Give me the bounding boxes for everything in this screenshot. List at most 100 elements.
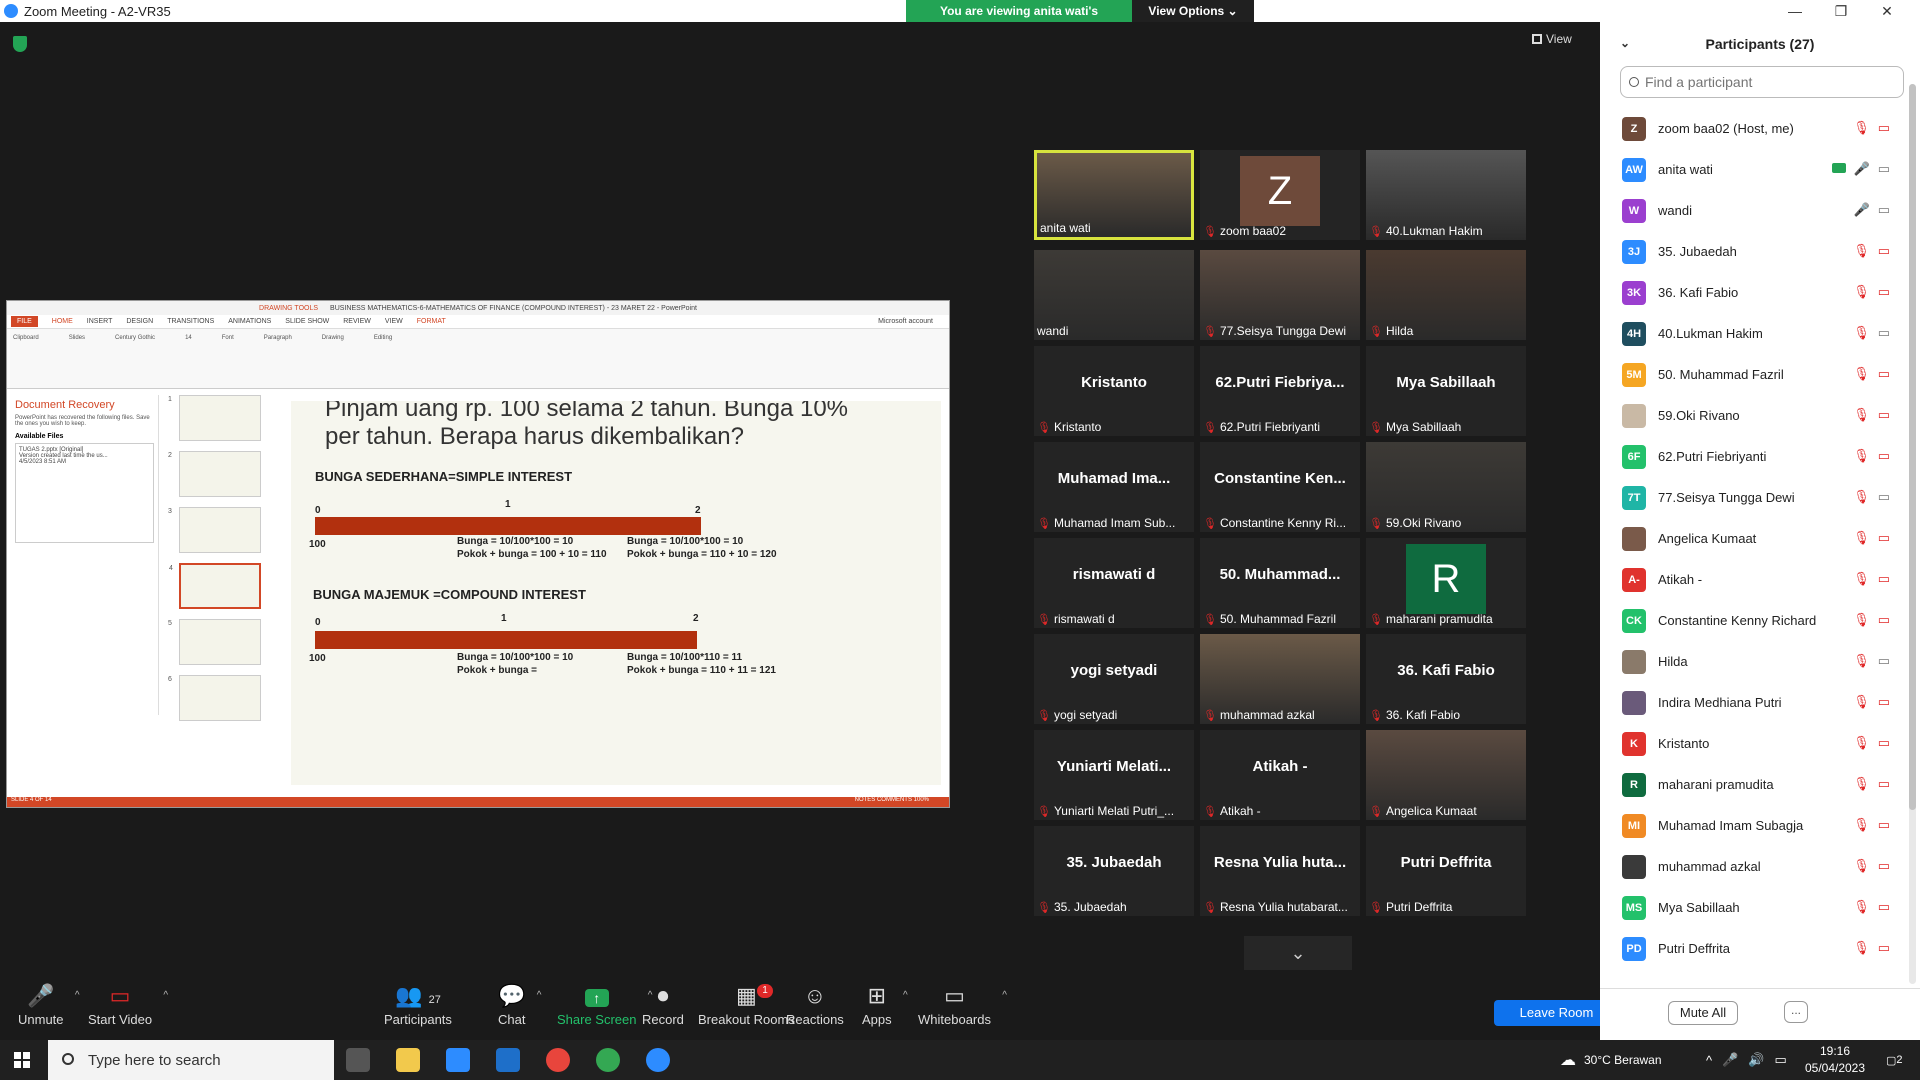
file-explorer-icon[interactable] (396, 1048, 420, 1072)
participant-row[interactable]: 3K 36. Kafi Fabio 🎙 ▭ (1600, 272, 1908, 313)
participants-button[interactable]: 👥 27 Participants (384, 982, 452, 1027)
tile-name: 35. Jubaedah (1053, 900, 1127, 914)
view-button[interactable]: View (1532, 32, 1572, 46)
mic-muted-icon: 🎙 (1853, 243, 1870, 258)
tray-volume-icon[interactable]: 🔊 (1748, 1052, 1764, 1068)
security-shield-icon[interactable] (13, 36, 27, 52)
audio-options-caret-icon[interactable]: ^ (75, 990, 80, 1001)
participant-row[interactable]: 3J 35. Jubaedah 🎙 ▭ (1600, 231, 1908, 272)
participant-row[interactable]: Rmaharani pramudita 🎙 ▭ (1600, 764, 1908, 805)
participant-row[interactable]: CK Constantine Kenny Richard 🎙 ▭ (1600, 600, 1908, 641)
unmute-button[interactable]: 🎤 Unmute ^ (18, 982, 80, 1027)
video-tile[interactable]: 36. Kafi Fabio 🎙 36. Kafi Fabio (1366, 634, 1526, 724)
minimize-button[interactable]: — (1772, 0, 1818, 22)
document-recovery-pane: Document Recovery PowerPoint has recover… (11, 395, 159, 715)
video-tile[interactable]: 🎙 59.Oki Rivano (1366, 442, 1526, 532)
video-tile[interactable]: anita wati (1034, 150, 1194, 240)
tile-display-name: yogi setyadi (1070, 662, 1158, 679)
taskbar-search[interactable]: Type here to search (48, 1040, 334, 1080)
zoom-taskbar-icon[interactable] (646, 1048, 670, 1072)
avatar: W (1622, 198, 1646, 223)
video-tile[interactable]: R 🎙 maharani pramudita (1366, 538, 1526, 628)
apps-caret-icon[interactable]: ^ (903, 990, 908, 1001)
start-video-button[interactable]: ▭ Start Video ^ (88, 982, 168, 1027)
video-tile[interactable]: Muhamad Ima... 🎙 Muhamad Imam Sub... (1034, 442, 1194, 532)
slide-thumb-number: 3 (168, 508, 172, 515)
tray-network-icon[interactable]: ▭ (1774, 1052, 1786, 1068)
video-tile[interactable]: 🎙 Hilda (1366, 250, 1526, 340)
chat-button[interactable]: 💬 Chat ^ (498, 982, 541, 1027)
tile-display-name: Mya Sabillaah (1396, 374, 1496, 391)
participant-row[interactable]: Indira Medhiana Putri 🎙 ▭ (1600, 682, 1908, 723)
whiteboards-caret-icon[interactable]: ^ (1002, 990, 1007, 1001)
tray-chevron-icon[interactable]: ^ (1706, 1053, 1712, 1068)
participant-row[interactable]: 6F 62.Putri Fiebriyanti 🎙 ▭ (1600, 436, 1908, 477)
participant-row[interactable]: 4H 40.Lukman Hakim 🎙 ▭ (1600, 313, 1908, 354)
participant-row[interactable]: AW anita wati 🎤 ▭ (1600, 149, 1908, 190)
taskbar-clock[interactable]: 19:16 05/04/2023 (1800, 1043, 1870, 1077)
participant-row[interactable]: PD Putri Deffrita 🎙 ▭ (1600, 928, 1908, 969)
video-tile[interactable]: 35. Jubaedah 🎙 35. Jubaedah (1034, 826, 1194, 916)
task-view-icon[interactable] (346, 1048, 370, 1072)
apps-button[interactable]: ⊞ Apps ^ (862, 982, 908, 1027)
close-button[interactable]: ✕ (1864, 0, 1910, 22)
video-tile[interactable]: 🎙 77.Seisya Tungga Dewi (1200, 250, 1360, 340)
reactions-button[interactable]: ☺ Reactions (786, 982, 844, 1027)
maximize-button[interactable]: ❐ (1818, 0, 1864, 22)
mute-all-button[interactable]: Mute All (1668, 1001, 1738, 1025)
notification-button[interactable]: ▢ 2 (1886, 1040, 1903, 1080)
mic-muted-icon: 🎙 (1369, 225, 1383, 238)
breakout-rooms-button[interactable]: ▦ 1 Breakout Rooms (698, 982, 795, 1027)
video-tile[interactable]: Putri Deffrita 🎙 Putri Deffrita (1366, 826, 1526, 916)
record-button[interactable]: ⏺ Record (642, 982, 684, 1027)
shared-screen[interactable]: DRAWING TOOLS BUSINESS MATHEMATICS-6-MAT… (6, 300, 950, 808)
store-icon[interactable] (446, 1048, 470, 1072)
video-tile[interactable]: Constantine Ken... 🎙 Constantine Kenny Ri.… (1200, 442, 1360, 532)
participant-row[interactable]: Hilda 🎙 ▭ (1600, 641, 1908, 682)
video-tile[interactable]: 62.Putri Fiebriya... 🎙 62.Putri Fiebriyant… (1200, 346, 1360, 436)
participant-row[interactable]: muhammad azkal 🎙 ▭ (1600, 846, 1908, 887)
gallery-next-page-button[interactable]: ⌄ (1244, 936, 1352, 970)
mail-icon[interactable] (496, 1048, 520, 1072)
tile-name-label: 🎙 77.Seisya Tungga Dewi (1203, 324, 1357, 338)
participant-row[interactable]: K Kristanto 🎙 ▭ (1600, 723, 1908, 764)
whiteboards-button[interactable]: ▭ Whiteboards ^ (918, 982, 1007, 1027)
video-tile[interactable]: wandi (1034, 250, 1194, 340)
video-tile[interactable]: 🎙 Angelica Kumaat (1366, 730, 1526, 820)
video-tile[interactable]: 🎙 40.Lukman Hakim (1366, 150, 1526, 240)
chat-caret-icon[interactable]: ^ (537, 990, 542, 1001)
windows-start-icon[interactable] (14, 1052, 30, 1068)
participant-row[interactable]: A- Atikah - 🎙 ▭ (1600, 559, 1908, 600)
scrollbar-thumb[interactable] (1909, 84, 1916, 810)
video-tile[interactable]: Mya Sabillaah 🎙 Mya Sabillaah (1366, 346, 1526, 436)
participant-row[interactable]: 5M 50. Muhammad Fazril 🎙 ▭ (1600, 354, 1908, 395)
participant-list-scrollbar[interactable] (1909, 84, 1916, 984)
view-options-button[interactable]: View Options ⌄ (1132, 0, 1254, 22)
more-options-button[interactable]: ... (1784, 1001, 1808, 1023)
video-tile[interactable]: 50. Muhammad... 🎙 50. Muhammad Fazril (1200, 538, 1360, 628)
participant-row[interactable]: 59.Oki Rivano 🎙 ▭ (1600, 395, 1908, 436)
chrome-profile-icon[interactable] (596, 1048, 620, 1072)
participant-row[interactable]: Angelica Kumaat 🎙 ▭ (1600, 518, 1908, 559)
video-tile[interactable]: Resna Yulia huta... 🎙 Resna Yulia hutabara… (1200, 826, 1360, 916)
chrome-icon[interactable] (546, 1048, 570, 1072)
collapse-panel-chevron-icon[interactable]: ⌄ (1620, 36, 1630, 50)
participant-row[interactable]: Wwandi 🎤 ▭ (1600, 190, 1908, 231)
tray-mic-icon[interactable]: 🎤 (1722, 1052, 1738, 1068)
participant-row[interactable]: Zzoom baa02 (Host, me) 🎙 ▭ (1600, 108, 1908, 149)
participant-search-input[interactable] (1645, 74, 1865, 90)
video-tile[interactable]: 🎙 muhammad azkal (1200, 634, 1360, 724)
video-tile[interactable]: yogi setyadi 🎙 yogi setyadi (1034, 634, 1194, 724)
video-tile[interactable]: Kristanto 🎙 Kristanto (1034, 346, 1194, 436)
share-screen-button[interactable]: ↑ Share Screen ^ (557, 982, 653, 1027)
weather-widget[interactable]: ☁ 30°C Berawan (1560, 1040, 1662, 1080)
participant-row[interactable]: MS Mya Sabillaah 🎙 ▭ (1600, 887, 1908, 928)
participant-row[interactable]: MI Muhamad Imam Subagja 🎙 ▭ (1600, 805, 1908, 846)
video-tile[interactable]: Z 🎙 zoom baa02 (1200, 150, 1360, 240)
video-tile[interactable]: rismawati d 🎙 rismawati d (1034, 538, 1194, 628)
participant-row[interactable]: 7T 77.Seisya Tungga Dewi 🎙 ▭ (1600, 477, 1908, 518)
video-tile[interactable]: Yuniarti Melati... 🎙 Yuniarti Melati Putri… (1034, 730, 1194, 820)
tile-name: Hilda (1385, 324, 1414, 338)
video-options-caret-icon[interactable]: ^ (163, 990, 168, 1001)
video-tile[interactable]: Atikah - 🎙 Atikah - (1200, 730, 1360, 820)
